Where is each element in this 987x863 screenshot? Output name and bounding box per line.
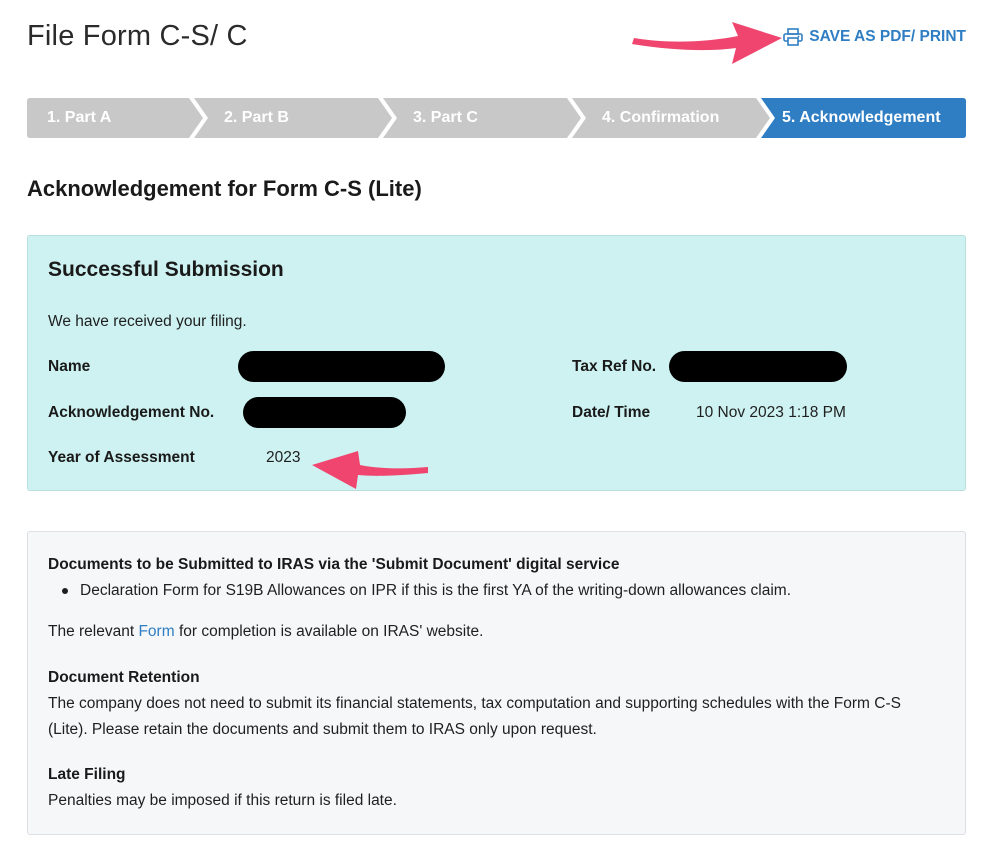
step-part-c: 3. Part C (383, 98, 583, 138)
name-redaction (238, 351, 445, 382)
year-of-assessment-value: 2023 (266, 449, 301, 466)
information-panel: Documents to be Submitted to IRAS via th… (27, 531, 966, 835)
annotation-arrow-top (632, 22, 782, 64)
progress-stepper: 1. Part A 2. Part B 3. Part C 4. Confirm… (27, 98, 966, 138)
late-filing-text: Penalties may be imposed if this return … (48, 792, 397, 809)
save-as-pdf-print-label: SAVE AS PDF/ PRINT (809, 28, 966, 45)
document-retention-heading: Document Retention (48, 669, 200, 686)
step-part-b: 2. Part B (194, 98, 394, 138)
year-of-assessment-label: Year of Assessment (48, 449, 195, 466)
success-heading: Successful Submission (48, 258, 284, 281)
acknowledgement-no-redaction (243, 397, 406, 428)
success-message: We have received your filing. (48, 313, 247, 330)
page-title: File Form C-S/ C (27, 20, 248, 52)
list-item: Declaration Form for S19B Allowances on … (48, 578, 791, 604)
step-confirmation: 4. Confirmation (572, 98, 772, 138)
document-retention-text: The company does not need to submit its … (48, 695, 901, 738)
tax-ref-no-label: Tax Ref No. (572, 358, 657, 375)
late-filing-heading: Late Filing (48, 766, 126, 783)
tax-ref-no-redaction (669, 351, 847, 382)
date-time-label: Date/ Time (572, 404, 651, 421)
section-title: Acknowledgement for Form C-S (Lite) (27, 176, 422, 201)
step-acknowledgement: 5. Acknowledgement (761, 98, 966, 138)
documents-list: Declaration Form for S19B Allowances on … (48, 578, 791, 604)
documents-heading: Documents to be Submitted to IRAS via th… (48, 556, 620, 573)
date-time-value: 10 Nov 2023 1:18 PM (696, 404, 846, 421)
step-part-a: 1. Part A (27, 98, 205, 138)
success-panel: Successful Submission We have received y… (27, 235, 966, 491)
relevant-form-text: The relevant Form for completion is avai… (48, 623, 484, 640)
acknowledgement-no-label: Acknowledgement No. (48, 404, 215, 421)
form-link[interactable]: Form (138, 623, 174, 640)
name-label: Name (48, 358, 91, 375)
save-as-pdf-print-button[interactable]: SAVE AS PDF/ PRINT (783, 28, 966, 46)
annotation-arrow-ya (312, 451, 428, 489)
